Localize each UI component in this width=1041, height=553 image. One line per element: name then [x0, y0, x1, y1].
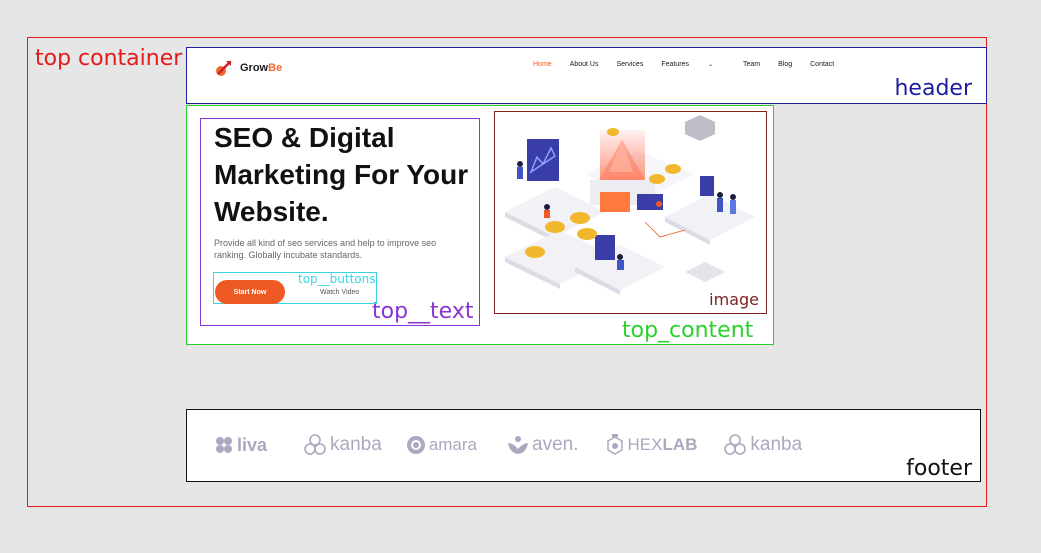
logo-text-grow: Grow	[240, 62, 269, 74]
image-label: image	[709, 290, 759, 309]
nav-contact[interactable]: Contact	[810, 61, 834, 68]
seo-isometric-illustration	[505, 115, 755, 295]
brand-kanba: kanba	[303, 434, 382, 456]
nav-about[interactable]: About Us	[570, 61, 599, 68]
brand-aven: aven.	[507, 434, 578, 456]
hero-description: Provide all kind of seo services and hel…	[214, 238, 437, 260]
start-now-button[interactable]: Start Now	[215, 280, 285, 304]
nav-home[interactable]: Home	[533, 61, 552, 68]
brand-hex-text: HEX	[627, 435, 663, 454]
hero-image-box: image	[494, 111, 767, 314]
nav-features-label: Features	[661, 61, 689, 68]
logo[interactable]: GrowBe	[214, 58, 282, 78]
top-content-label: top_content	[622, 318, 754, 343]
brand-hexlab: HEX LAB	[606, 434, 697, 456]
loop-knot-icon	[304, 434, 326, 455]
hero-headline: SEO & Digital Marketing For Your Website…	[214, 122, 469, 227]
brand-liva: liva	[214, 435, 267, 456]
brand-kanba-text: kanba	[330, 434, 382, 455]
brand-kanba-2-text: kanba	[750, 434, 803, 455]
top-buttons-label: top__buttons	[298, 272, 376, 286]
nav-blog[interactable]: Blog	[778, 61, 792, 68]
top-text-label: top__text	[372, 299, 474, 324]
brand-kanba-2: kanba	[723, 434, 802, 456]
main-nav: Home About Us Services Features ⌄ Team Bl…	[533, 61, 852, 68]
nav-services[interactable]: Services	[616, 61, 643, 68]
brand-amara-text: amara	[428, 435, 477, 454]
footer-label: footer	[906, 456, 972, 481]
rocket-icon	[216, 60, 232, 76]
top-buttons-box: top__buttons Start Now Watch Video	[213, 272, 377, 304]
nav-team[interactable]: Team	[743, 61, 760, 68]
logo-text: GrowBe	[240, 62, 282, 74]
chevron-down-icon: ⌄	[707, 62, 713, 68]
watch-video-button[interactable]: Watch Video	[320, 289, 359, 296]
brand-amara: amara	[406, 435, 477, 455]
header-label: header	[894, 76, 972, 101]
brand-logo-row: liva kanba amara aven. HEX LAB kanba	[214, 434, 802, 456]
heart-leaf-icon	[508, 436, 528, 454]
logo-text-be: Be	[268, 62, 283, 74]
nav-features[interactable]: Features ⌄	[661, 61, 731, 68]
footer-box: liva kanba amara aven. HEX LAB kanba foo…	[186, 409, 981, 482]
top-container-label: top container	[35, 46, 183, 71]
brand-aven-text: aven.	[532, 434, 579, 455]
loop-knot-icon	[724, 434, 747, 455]
flower-icon	[216, 437, 232, 453]
brand-lab-text: LAB	[662, 435, 698, 454]
at-circle-icon	[406, 436, 425, 454]
brand-liva-text: liva	[237, 434, 268, 455]
hexagon-flask-icon	[607, 434, 624, 455]
header-box: GrowBe Home About Us Services Features ⌄ …	[186, 47, 987, 104]
